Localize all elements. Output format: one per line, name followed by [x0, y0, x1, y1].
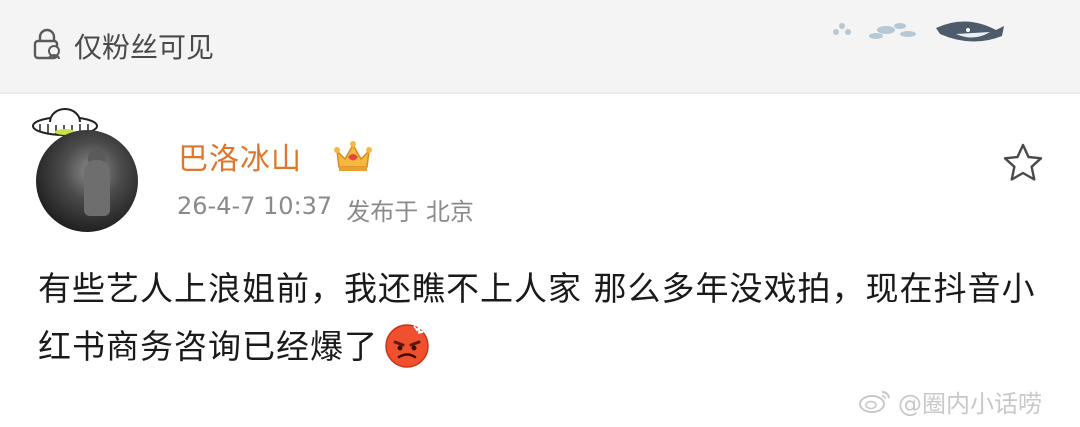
visibility-label: 仅粉丝可见: [74, 31, 215, 64]
header-decoration: [833, 21, 1004, 42]
visibility-indicator: 仅粉丝可见: [32, 26, 214, 66]
header-divider: [0, 92, 1080, 94]
angry-face-icon: [384, 322, 430, 368]
watermark: @圈内小话唠: [858, 384, 1042, 418]
avatar-image: [36, 130, 138, 232]
watermark-text: @圈内小话唠: [898, 389, 1042, 418]
post-header-bar: 仅粉丝可见: [0, 0, 1080, 92]
star-icon: [1003, 143, 1043, 181]
post-timestamp: 26-4-7 10:37: [177, 192, 333, 220]
lock-person-icon: [32, 27, 62, 65]
author-name[interactable]: 巴洛冰山: [178, 134, 302, 178]
favorite-button[interactable]: [1000, 140, 1046, 186]
crown-icon: [334, 141, 372, 171]
author-avatar[interactable]: [30, 104, 150, 234]
post-body: 有些艺人上浪姐前，我还瞧不上人家 那么多年没戏拍，现在抖音小红书商务咨询已经爆了: [38, 260, 1048, 376]
post-location: 发布于 北京: [346, 198, 474, 226]
post-text: 有些艺人上浪姐前，我还瞧不上人家 那么多年没戏拍，现在抖音小红书商务咨询已经爆了: [38, 269, 1036, 366]
post-meta: 26-4-7 10:37 发布于 北京: [177, 192, 474, 227]
weibo-logo-icon: [859, 391, 890, 413]
